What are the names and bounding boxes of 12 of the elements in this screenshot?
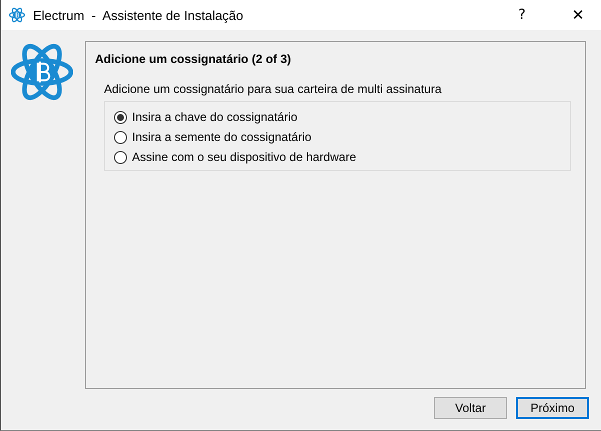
electrum-logo-icon xyxy=(9,7,25,23)
next-button[interactable]: Próximo xyxy=(516,397,589,419)
window-title: Electrum - Assistente de Instalação xyxy=(33,8,244,22)
electrum-logo-icon xyxy=(11,41,73,103)
back-button[interactable]: Voltar xyxy=(434,397,507,419)
page-heading: Adicione um cossignatário (2 of 3) xyxy=(95,52,292,66)
radio-option[interactable]: Insira a semente do cossignatário xyxy=(114,130,312,144)
help-button[interactable]: ? xyxy=(499,0,545,30)
radio-option[interactable]: Assine com o seu dispositivo de hardware xyxy=(114,150,356,164)
page-subtitle: Adicione um cossignatário para sua carteira de multi assinatura xyxy=(104,82,442,96)
close-button[interactable]: ✕ xyxy=(555,0,601,30)
radio-option[interactable]: Insira a chave do cossignatário xyxy=(114,110,298,124)
